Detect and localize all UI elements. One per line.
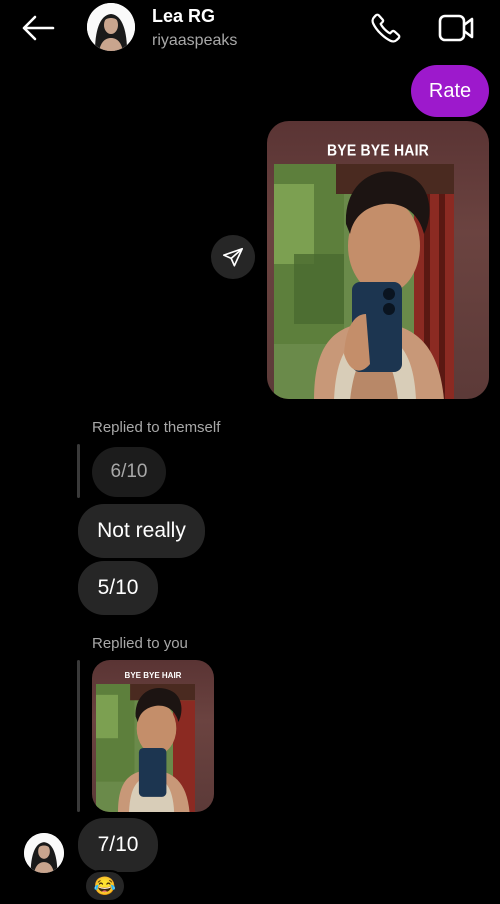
quoted-story-photo bbox=[96, 684, 195, 812]
shared-story-card[interactable]: BYE BYE HAIR bbox=[267, 121, 489, 399]
story-photo bbox=[274, 164, 454, 399]
phone-icon bbox=[371, 13, 401, 43]
reaction-emoji[interactable]: 😂 bbox=[84, 870, 126, 902]
story-caption: BYE BYE HAIR bbox=[327, 141, 429, 159]
back-button[interactable] bbox=[18, 10, 58, 46]
avatar-portrait-icon bbox=[24, 833, 64, 873]
reply-indicator-bar bbox=[77, 660, 80, 812]
contact-name[interactable]: Lea RG bbox=[152, 6, 215, 27]
voice-call-button[interactable] bbox=[366, 8, 406, 48]
incoming-message-bubble[interactable]: Not really bbox=[78, 504, 205, 558]
contact-avatar[interactable] bbox=[87, 3, 135, 51]
share-paper-plane-icon bbox=[223, 247, 243, 267]
quoted-message-bubble[interactable]: 6/10 bbox=[92, 447, 166, 497]
reply-label: Replied to you bbox=[92, 635, 188, 652]
quoted-story-card[interactable]: BYE BYE HAIR bbox=[92, 660, 214, 812]
video-call-button[interactable] bbox=[434, 8, 478, 48]
contact-username: riyaaspeaks bbox=[152, 32, 238, 49]
back-arrow-icon bbox=[22, 15, 55, 41]
quoted-story-caption: BYE BYE HAIR bbox=[124, 671, 182, 680]
incoming-message-bubble[interactable]: 5/10 bbox=[78, 561, 158, 615]
share-button[interactable] bbox=[211, 235, 255, 279]
incoming-message-bubble[interactable]: 7/10 bbox=[78, 818, 158, 872]
reply-label: Replied to themself bbox=[92, 419, 221, 436]
contact-avatar-small[interactable] bbox=[24, 833, 64, 873]
avatar-portrait-icon bbox=[87, 3, 135, 51]
reply-indicator-bar bbox=[77, 444, 80, 498]
outgoing-message-bubble[interactable]: Rate bbox=[411, 65, 489, 117]
chat-header: Lea RG riyaaspeaks bbox=[0, 0, 500, 60]
video-camera-icon bbox=[438, 14, 474, 42]
